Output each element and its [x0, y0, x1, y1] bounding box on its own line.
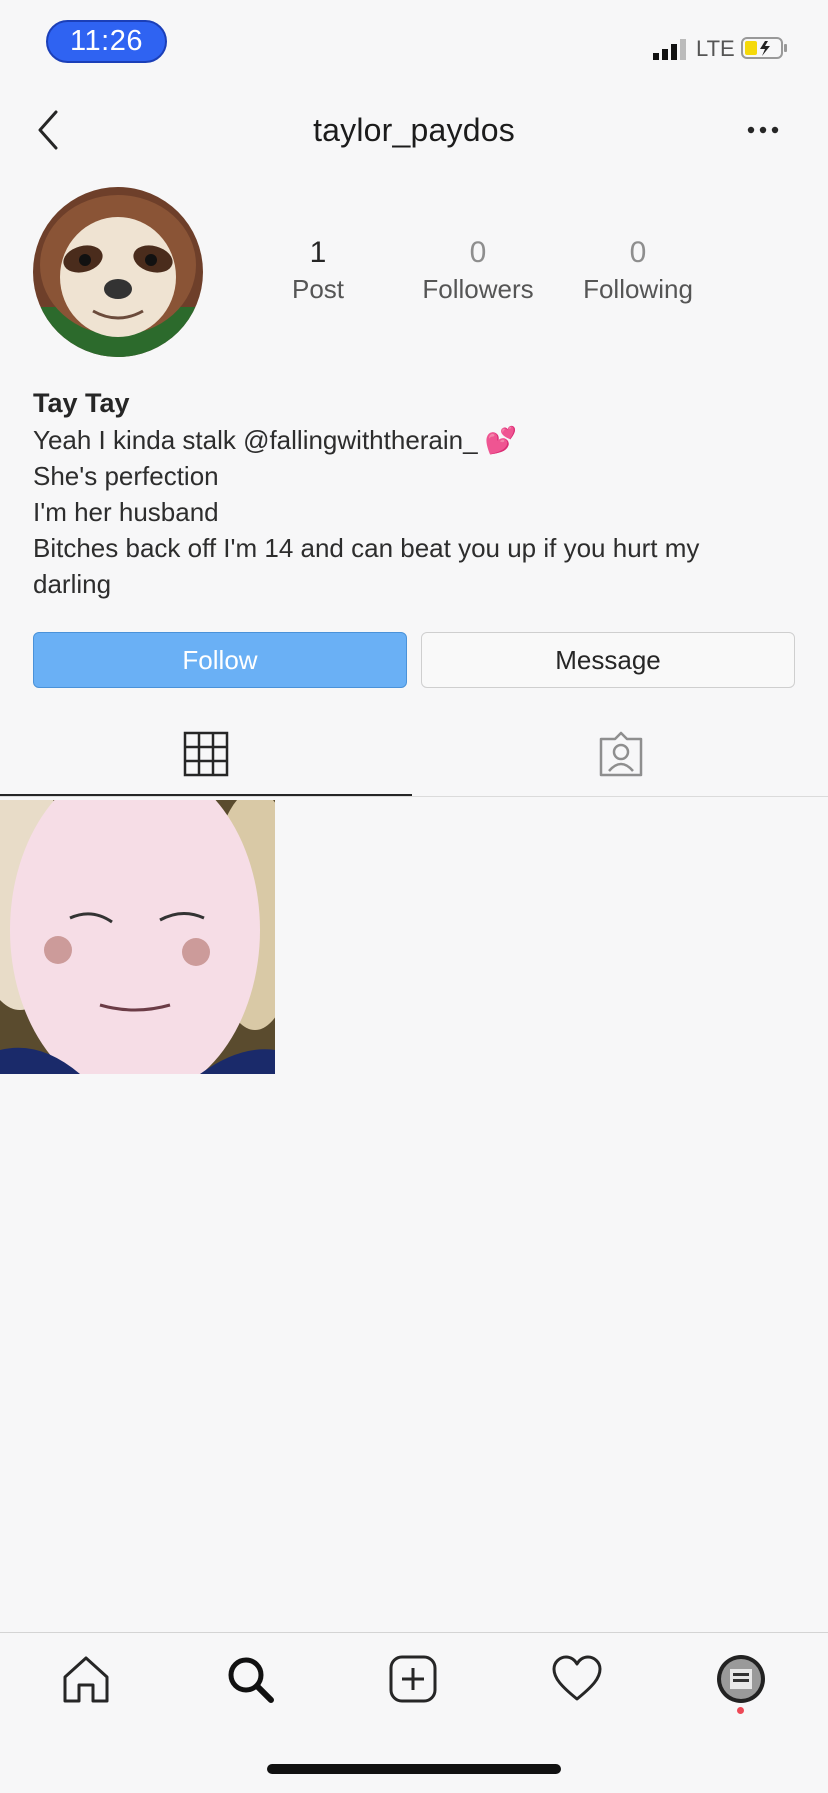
stat-posts[interactable]: 1 Post — [238, 236, 398, 305]
add-post-icon[interactable] — [387, 1653, 439, 1705]
home-icon[interactable] — [60, 1653, 112, 1705]
profile-username: taylor_paydos — [313, 112, 515, 148]
network-type: LTE — [696, 36, 735, 61]
stat-following[interactable]: 0 Following — [558, 236, 718, 305]
display-name: Tay Tay — [33, 388, 130, 418]
stat-posts-label: Post — [291, 274, 345, 304]
bio-line-4: Bitches back off I'm 14 and can beat you… — [33, 533, 700, 563]
search-icon[interactable] — [224, 1653, 276, 1705]
message-button[interactable]: Message — [421, 632, 795, 688]
home-indicator[interactable] — [267, 1764, 561, 1774]
stat-following-count: 0 — [629, 236, 647, 269]
status-time: 11:26 — [46, 20, 167, 63]
more-options-icon[interactable] — [746, 124, 780, 136]
post-thumbnail[interactable] — [0, 800, 275, 1074]
post-image — [0, 800, 275, 1074]
stat-followers-label: Followers — [422, 274, 534, 304]
signal-icon — [653, 39, 686, 60]
bio-line-1: Yeah I kinda stalk @fallingwiththerain_ — [33, 425, 478, 455]
bio-line-3: I'm her husband — [33, 497, 219, 527]
profile-avatar[interactable] — [33, 187, 203, 357]
heart-icon[interactable] — [551, 1653, 603, 1705]
bio-line-5: darling — [33, 569, 112, 599]
profile-nav-avatar[interactable] — [715, 1653, 767, 1705]
stat-posts-count: 1 — [309, 236, 327, 269]
profile-bio: Yeah I kinda stalk @fallingwiththerain_ … — [33, 422, 803, 602]
stat-followers-count: 0 — [469, 236, 487, 269]
battery-icon — [741, 37, 787, 59]
stat-following-label: Following — [583, 274, 693, 304]
notification-dot — [737, 1707, 744, 1714]
bio-line-2: She's perfection — [33, 461, 219, 491]
sloth-avatar-image — [33, 187, 203, 357]
follow-button[interactable]: Follow — [33, 632, 407, 688]
stat-followers[interactable]: 0 Followers — [398, 236, 558, 305]
grid-icon[interactable] — [183, 731, 229, 777]
two-hearts-emoji: 💕 — [484, 425, 518, 455]
tab-divider — [0, 796, 828, 797]
tagged-icon[interactable] — [597, 731, 645, 777]
